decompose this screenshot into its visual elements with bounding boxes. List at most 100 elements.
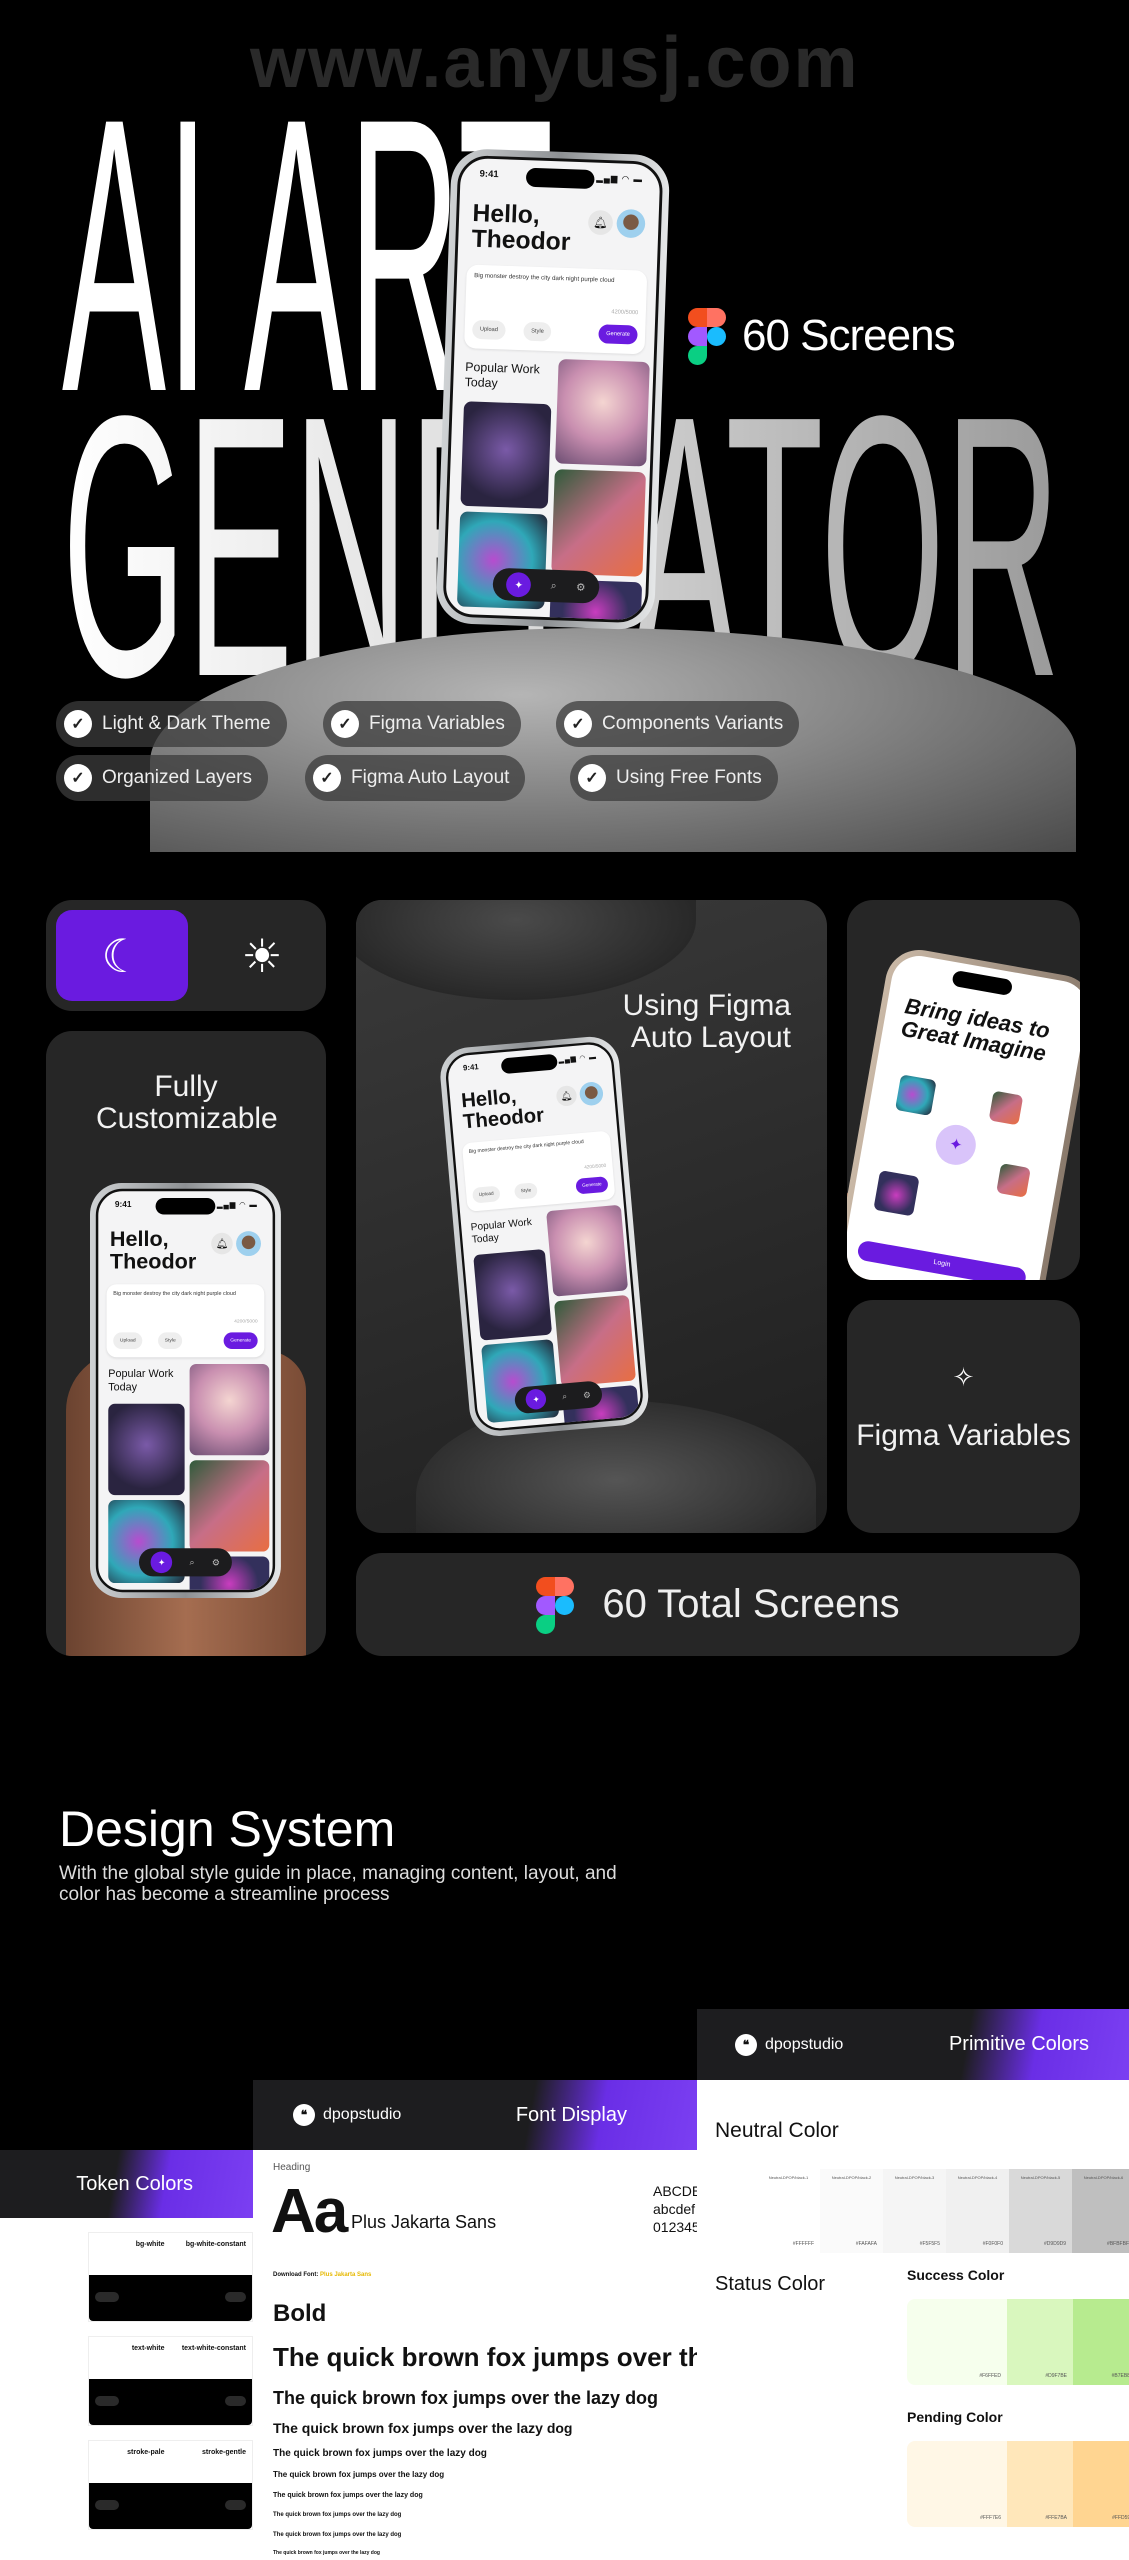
sparkle-icon[interactable]: ✦ (525, 1388, 548, 1411)
variables-card: ✧ Figma Variables (847, 1300, 1080, 1533)
feature-label: Using Free Fonts (616, 767, 762, 788)
greeting: Hello, Theodor (471, 198, 571, 257)
artwork-thumbnail[interactable] (189, 1363, 270, 1456)
login-button[interactable]: Login (856, 1239, 1028, 1280)
check-icon: ✓ (564, 710, 592, 738)
greeting: Hello, Theodor (460, 1083, 545, 1134)
status-title: Status Color (715, 2273, 826, 2295)
search-icon[interactable]: ⌕ (562, 1391, 568, 1402)
prompt-input[interactable]: Big monster destroy the city dark night … (474, 272, 615, 284)
figma-logo-icon (688, 308, 726, 365)
artwork-thumbnail[interactable] (551, 469, 647, 577)
success-swatches: #F6FFED#D9F7BE#B7EB8F (907, 2299, 1129, 2385)
pangram-sample: The quick brown fox jumps over the lazy … (273, 2532, 402, 2538)
prompt-box[interactable]: Big monster destroy the city dark night … (464, 264, 648, 355)
upload-button[interactable]: Upload (113, 1332, 143, 1349)
phone-mockup: 9:41 ▂▄▆ ◠ ▬ Hello, Theodor 🔔︎ Big monst… (438, 1034, 651, 1439)
gear-icon[interactable]: ⚙︎ (576, 581, 586, 594)
phone-screen: 9:41 ▂▄▆ ◠ ▬ Hello, Theodor 🔔︎ Big monst… (442, 154, 664, 624)
prompt-box[interactable]: Big monster destroy the city dark night … (106, 1284, 265, 1358)
feature-pill: ✓ Figma Variables (323, 701, 521, 747)
token-name: stroke-pale (127, 2449, 165, 2456)
success-swatch: #B7EB8F (1073, 2299, 1129, 2385)
token-chip (95, 2500, 119, 2510)
prompt-box[interactable]: Big monster destroy the city dark night … (461, 1130, 616, 1212)
bell-icon[interactable]: 🔔︎ (211, 1232, 233, 1255)
token-name: bg-white-constant (185, 2241, 246, 2248)
neutral-title: Neutral Color (715, 2119, 839, 2142)
signal-wifi-battery-icon: ▂▄▆ ◠ ▬ (558, 1052, 598, 1064)
generate-button[interactable]: Generate (223, 1332, 258, 1349)
phone-screen: 9:41 ▂▄▆ ◠ ▬ Hello, Theodor 🔔︎ Big monst… (443, 1040, 645, 1433)
bell-icon[interactable]: 🔔︎ (555, 1084, 578, 1107)
glyph-sample: ABCDEF abcdef 012345 (653, 2182, 697, 2237)
pangram-sample: The quick brown fox jumps over the lazy … (273, 2342, 697, 2372)
design-system-subtitle: With the global style guide in place, ma… (59, 1863, 617, 1905)
token-chip (224, 2292, 246, 2302)
style-dropdown[interactable]: Style (523, 321, 552, 342)
brand-logo-icon: ❝ (735, 2033, 757, 2056)
search-icon[interactable]: ⌕ (551, 580, 557, 593)
sparkle-icon[interactable]: ✦ (506, 571, 532, 598)
sparkle-icon[interactable]: ✦ (150, 1551, 173, 1574)
glyph-upper: ABCDEF (653, 2183, 697, 2199)
artwork-thumbnail[interactable] (460, 401, 552, 509)
token-name: text-white (131, 2345, 165, 2352)
avatar[interactable] (578, 1081, 605, 1107)
artwork-thumbnail[interactable] (546, 1204, 629, 1297)
success-swatch: #D9F7BE (1007, 2299, 1073, 2385)
artwork-thumbnail[interactable] (553, 1294, 637, 1387)
artwork-thumbnail[interactable] (555, 358, 650, 467)
token-chip (224, 2500, 246, 2510)
generate-button[interactable]: Generate (575, 1176, 609, 1195)
download-font-link[interactable]: Plus Jakarta Sans (320, 2272, 371, 2278)
neutral-swatch: Neutral-DPOP/black-3 #F5F5F5 (883, 2169, 946, 2253)
upload-button[interactable]: Upload (471, 1185, 501, 1204)
prompt-input[interactable]: Big monster destroy the city dark night … (113, 1291, 236, 1297)
feature-pill: ✓ Using Free Fonts (570, 755, 778, 801)
pangram-sample: The quick brown fox jumps over the lazy … (273, 2448, 487, 2459)
pangram-sample: The quick brown fox jumps over the lazy … (273, 2470, 445, 2479)
prompt-input[interactable]: Big monster destroy the city dark night … (469, 1139, 584, 1154)
token-chip (224, 2396, 246, 2406)
moon-icon[interactable]: ☾ (56, 910, 188, 1001)
feature-pill: ✓ Organized Layers (56, 755, 268, 801)
feature-pill: ✓ Light & Dark Theme (56, 701, 287, 747)
neutral-swatch: Neutral-DPOP/black-5 #D9D9D9 (1009, 2169, 1072, 2253)
gear-icon[interactable]: ⚙︎ (212, 1557, 220, 1568)
pangram-sample: The quick brown fox jumps over the lazy … (273, 2512, 402, 2518)
sun-icon[interactable]: ☀︎ (216, 910, 308, 1001)
token-colors-panel: Token Colors bg-white bg-white-constant t… (0, 2150, 253, 2560)
feature-label: Figma Variables (369, 713, 505, 734)
feature-label: Organized Layers (102, 767, 252, 788)
auto-layout-card: Using Figma Auto Layout 9:41 ▂▄▆ ◠ ▬ Hel… (356, 900, 827, 1533)
gear-icon[interactable]: ⚙︎ (583, 1389, 591, 1400)
feature-label: Components Variants (602, 713, 784, 734)
design-system-title: Design System (59, 1801, 396, 1857)
artwork-thumbnail[interactable] (108, 1403, 185, 1496)
pending-title: Pending Color (907, 2409, 1003, 2425)
sparkles-icon: ✧ (952, 1362, 975, 1392)
search-icon[interactable]: ⌕ (190, 1557, 195, 1568)
pending-swatch: #FFD591 (1073, 2441, 1129, 2527)
avatar[interactable] (236, 1231, 261, 1257)
section-title: Popular Work Today (464, 359, 541, 391)
weight-label: Bold (273, 2300, 327, 2327)
artwork-thumbnail[interactable] (473, 1248, 553, 1341)
generate-button[interactable]: Generate (598, 324, 638, 345)
status-time: 9:41 (462, 1062, 480, 1073)
bottom-nav: ✦ ⌕ ⚙︎ (492, 567, 600, 604)
artwork-thumbnail[interactable] (189, 1460, 270, 1552)
style-dropdown[interactable]: Style (158, 1332, 183, 1349)
feature-label: Light & Dark Theme (102, 713, 271, 734)
total-screens-card: 60 Total Screens (356, 1553, 1080, 1656)
avatar[interactable] (616, 208, 646, 239)
status-time: 9:41 (114, 1200, 132, 1210)
primitive-colors-panel: ❝ dpopstudio Primitive Colors Neutral Col… (697, 2009, 1129, 2560)
style-dropdown[interactable]: Style (513, 1182, 539, 1200)
card-title: Fully Customizable (96, 1070, 278, 1135)
bell-icon[interactable]: 🔔︎ (587, 209, 614, 236)
phone-mockup: 9:41 ▂▄▆ ◠ ▬ Hello, Theodor 🔔︎ Big monst… (90, 1183, 281, 1598)
token-chip (95, 2396, 119, 2406)
upload-button[interactable]: Upload (471, 319, 506, 340)
